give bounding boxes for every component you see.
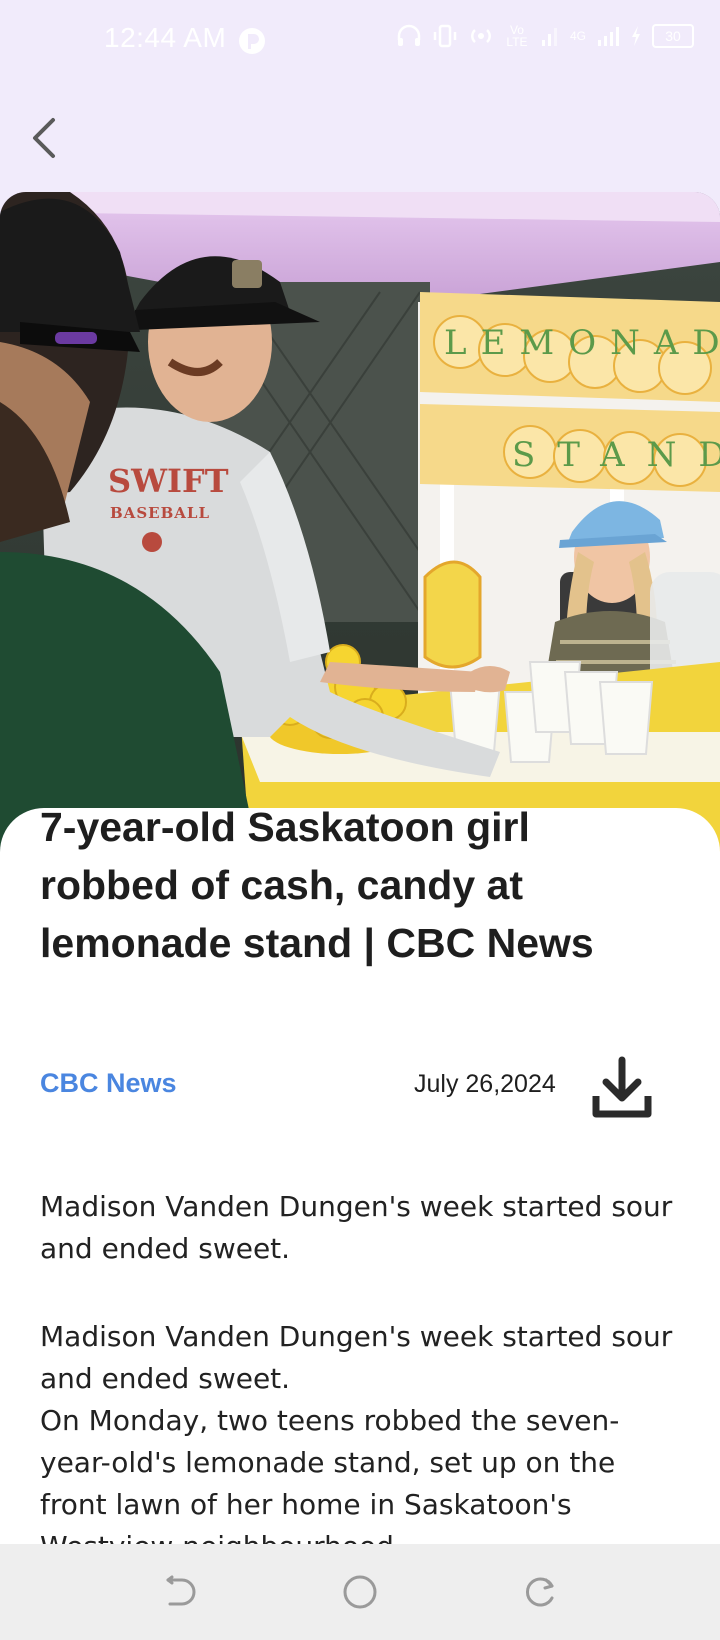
article-summary: Madison Vanden Dungen's week started sou… — [40, 1190, 673, 1265]
network-type: 4G — [569, 29, 586, 43]
banner-stand: STAND — [512, 435, 720, 475]
signal-icon — [541, 28, 557, 46]
article-meta: CBC News July 26,2024 — [40, 1056, 680, 1118]
nav-home-button[interactable] — [340, 1572, 380, 1612]
shirt-swift: SWIFT — [108, 462, 229, 500]
home-circle-icon — [343, 1575, 377, 1609]
status-time: 12:44 AM — [104, 22, 227, 53]
article-paragraph-1: Madison Vanden Dungen's week started sou… — [40, 1320, 673, 1395]
charging-icon — [632, 26, 640, 46]
battery-indicator: 30 — [652, 24, 694, 48]
vibrate-icon — [433, 24, 457, 48]
headphones-icon — [397, 24, 421, 46]
status-bar: 12:44 AM Vo LTE 4G 30 — [0, 0, 720, 82]
recents-icon — [525, 1577, 554, 1607]
publish-date: July 26,2024 — [414, 1070, 556, 1098]
download-button[interactable] — [590, 1056, 654, 1120]
article-body: Madison Vanden Dungen's week started sou… — [40, 1186, 680, 1544]
banner-lemonade: LEMONADE — [444, 323, 720, 363]
nav-recents-button[interactable] — [520, 1572, 560, 1612]
system-nav-bar — [0, 1544, 720, 1640]
hero-image: LEMONADE STAND — [0, 192, 720, 852]
app-notification-icon — [238, 27, 266, 59]
hero-photo: LEMONADE STAND — [0, 192, 720, 852]
article-sheet: 7-year-old Saskatoon girl robbed of cash… — [0, 808, 720, 1544]
chevron-left-icon — [33, 118, 55, 158]
signal-icon-2 — [598, 27, 619, 46]
article-headline: 7-year-old Saskatoon girl robbed of cash… — [40, 808, 594, 966]
volte-indicator: Vo LTE — [506, 23, 528, 49]
back-button[interactable] — [24, 110, 64, 166]
nav-back-button[interactable] — [160, 1572, 200, 1612]
top-app-bar — [0, 82, 720, 190]
nav-back-icon — [166, 1575, 196, 1606]
hotspot-icon — [471, 29, 491, 43]
status-icons: Vo LTE 4G 30 — [396, 24, 694, 48]
article-paragraph-2: On Monday, two teens robbed the seven-ye… — [40, 1404, 620, 1544]
source-link[interactable]: CBC News — [40, 1068, 177, 1099]
download-icon — [592, 1056, 652, 1118]
shirt-baseball: BASEBALL — [110, 504, 210, 522]
